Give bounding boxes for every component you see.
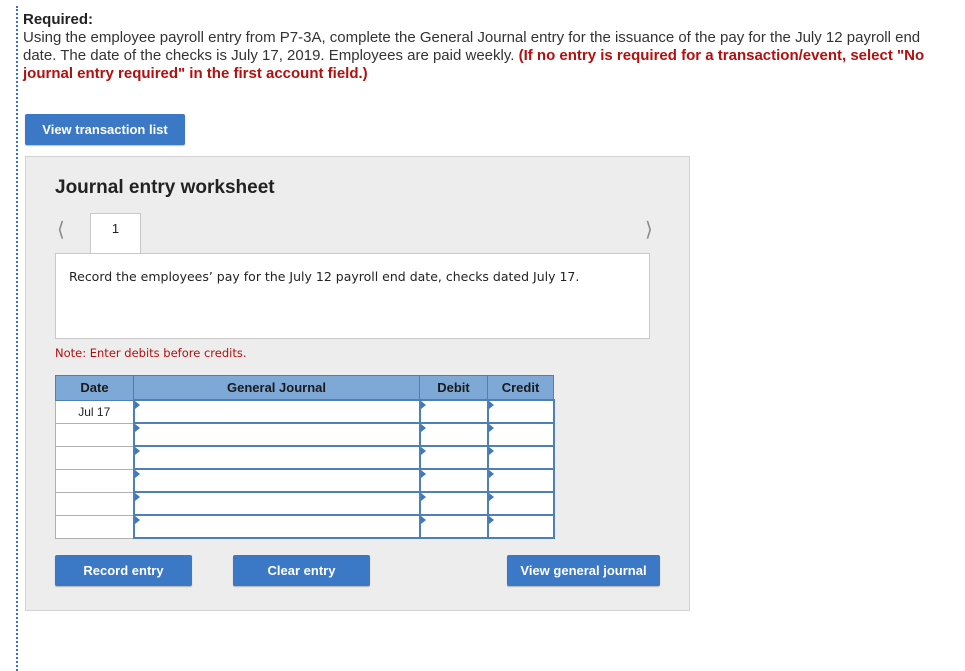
debit-input[interactable] [418,491,489,516]
general-journal-column-header: General Journal [133,375,420,401]
left-dotted-rule [16,6,18,671]
dropdown-marker-icon [134,493,140,501]
date-cell [55,445,134,470]
credit-input[interactable] [486,422,555,447]
instructions: Using the employee payroll entry from P7… [23,29,953,83]
journal-entry-worksheet-panel: Journal entry worksheet ⟨ ⟩ 1 Record the… [25,156,690,611]
credit-input[interactable] [486,491,555,516]
table-row [55,514,555,539]
view-transaction-list-button[interactable]: View transaction list [25,114,185,145]
date-cell [55,422,134,447]
transaction-description-box: Record the employees’ pay for the July 1… [55,253,650,339]
date-cell [55,491,134,516]
debit-input[interactable] [418,422,489,447]
clear-entry-button[interactable]: Clear entry [233,555,370,586]
account-input[interactable] [132,514,421,539]
chevron-right-icon[interactable]: ⟩ [645,217,653,242]
input-marker-icon [488,516,494,524]
credit-input[interactable] [486,514,555,539]
account-input[interactable] [132,399,421,424]
input-marker-icon [420,493,426,501]
journal-header-row: Date General Journal Debit Credit [55,375,554,401]
table-row [55,491,555,516]
credit-input[interactable] [486,468,555,493]
input-marker-icon [420,424,426,432]
table-row [55,468,555,493]
input-marker-icon [420,470,426,478]
input-marker-icon [420,447,426,455]
journal-table: Date General Journal Debit Credit Jul 17 [55,375,555,539]
dropdown-marker-icon [134,516,140,524]
view-general-journal-button[interactable]: View general journal [507,555,660,586]
dropdown-marker-icon [134,401,140,409]
date-cell: Jul 17 [55,399,134,424]
tab-1[interactable]: 1 [90,213,141,254]
input-marker-icon [488,493,494,501]
table-row [55,422,555,447]
credit-input[interactable] [486,445,555,470]
account-input[interactable] [132,422,421,447]
input-marker-icon [420,516,426,524]
input-marker-icon [488,424,494,432]
dropdown-marker-icon [134,424,140,432]
worksheet-title: Journal entry worksheet [55,177,275,198]
debit-input[interactable] [418,514,489,539]
date-cell [55,468,134,493]
account-input[interactable] [132,491,421,516]
date-column-header: Date [55,375,134,401]
debit-column-header: Debit [419,375,488,401]
debit-input[interactable] [418,468,489,493]
required-title: Required: [23,11,94,28]
table-row: Jul 17 [55,399,555,424]
account-input[interactable] [132,445,421,470]
account-input[interactable] [132,468,421,493]
input-marker-icon [488,401,494,409]
record-entry-button[interactable]: Record entry [55,555,192,586]
debit-input[interactable] [418,399,489,424]
credit-input[interactable] [486,399,555,424]
debit-input[interactable] [418,445,489,470]
dropdown-marker-icon [134,447,140,455]
dropdown-marker-icon [134,470,140,478]
input-marker-icon [420,401,426,409]
input-marker-icon [488,470,494,478]
input-marker-icon [488,447,494,455]
date-cell [55,514,134,539]
table-row [55,445,555,470]
chevron-left-icon[interactable]: ⟨ [57,217,65,242]
debits-credits-note: Note: Enter debits before credits. [55,346,247,360]
transaction-description: Record the employees’ pay for the July 1… [69,269,580,284]
credit-column-header: Credit [487,375,554,401]
